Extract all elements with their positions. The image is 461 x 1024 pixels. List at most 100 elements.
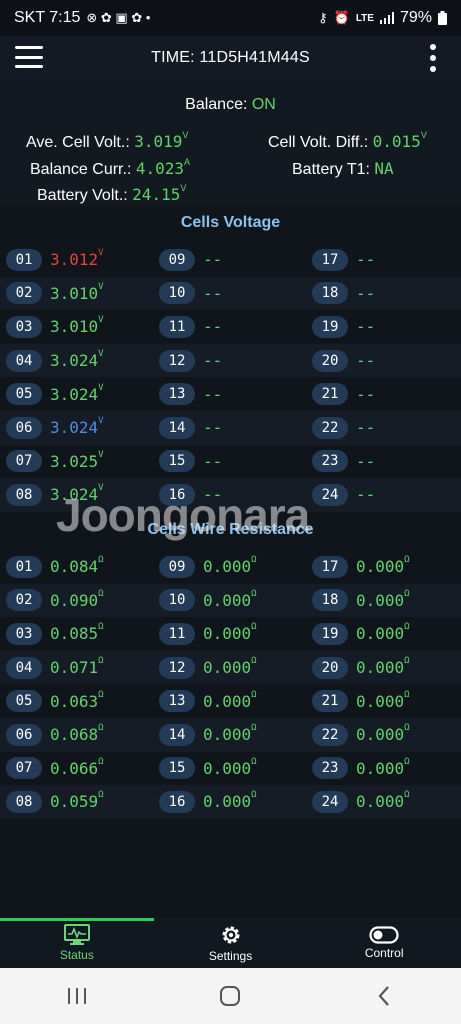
cell-value: -- xyxy=(203,317,222,336)
resistance-cell-18: 18 0.000Ω xyxy=(306,589,459,612)
battery-t1-value: NA xyxy=(374,159,394,178)
hamburger-icon[interactable] xyxy=(15,46,43,68)
cell-unit: V xyxy=(98,248,104,259)
cell-value-text: -- xyxy=(356,384,376,404)
cell-value: 3.024V xyxy=(50,483,104,505)
cell-index-badge: 04 xyxy=(6,349,42,372)
home-icon[interactable] xyxy=(210,976,250,1016)
resistance-cell-22: 22 0.000Ω xyxy=(306,723,459,746)
cell-value: -- xyxy=(203,452,222,471)
voltage-cell-18: 18 -- xyxy=(306,282,459,305)
nav-control[interactable]: Control xyxy=(307,918,461,968)
cell-value: 0.000Ω xyxy=(203,790,257,811)
cell-index-badge: 08 xyxy=(6,790,42,813)
status-time: SKT 7:15 xyxy=(14,9,81,26)
voltage-cell-09: 09 -- xyxy=(153,248,306,271)
cell-unit: Ω xyxy=(98,723,104,734)
cell-value: -- xyxy=(203,418,222,437)
cell-value-text: 0.000 xyxy=(203,758,252,778)
resistance-cell-04: 04 0.071Ω xyxy=(0,656,153,679)
voltage-cell-14: 14 -- xyxy=(153,416,306,439)
cell-index-badge: 19 xyxy=(312,315,348,338)
cell-index-badge: 05 xyxy=(6,690,42,713)
cell-value: -- xyxy=(356,418,375,437)
nav-status[interactable]: Status xyxy=(0,918,154,968)
cell-index-badge: 07 xyxy=(6,450,42,473)
cell-value: 0.068Ω xyxy=(50,723,104,745)
cell-value-text: -- xyxy=(356,250,376,270)
cell-value: 0.084Ω xyxy=(50,555,104,577)
resistance-row: 05 0.063Ω 13 0.000Ω 21 0.000Ω xyxy=(0,684,461,718)
cell-index-badge: 14 xyxy=(159,416,195,439)
cell-value: 0.000Ω xyxy=(203,723,257,745)
nav-settings[interactable]: Settings xyxy=(154,918,308,968)
cell-index-badge: 21 xyxy=(312,690,348,713)
cell-value: 0.000Ω xyxy=(356,790,410,811)
cell-value: 3.024V xyxy=(50,349,104,370)
cell-value-text: -- xyxy=(203,283,223,303)
ave-cell-volt-label: Ave. Cell Volt.: xyxy=(26,134,130,151)
cell-value-text: -- xyxy=(356,485,376,505)
cell-index-badge: 21 xyxy=(312,383,348,406)
cell-unit: V xyxy=(98,315,104,326)
cell-unit: Ω xyxy=(404,756,410,767)
cell-value-text: 3.010 xyxy=(50,317,99,337)
cell-index-badge: 13 xyxy=(159,383,195,406)
cell-value-text: 0.084 xyxy=(50,557,99,577)
signal-icon xyxy=(379,12,394,24)
cell-value-text: 0.000 xyxy=(356,691,405,711)
cell-index-badge: 15 xyxy=(159,757,195,780)
resistance-cell-06: 06 0.068Ω xyxy=(0,723,153,746)
recents-icon[interactable] xyxy=(57,976,97,1016)
voltage-cell-10: 10 -- xyxy=(153,282,306,305)
cells-voltage-title: Cells Voltage xyxy=(180,214,281,231)
cell-value-text: 0.000 xyxy=(356,590,405,610)
voltage-cell-20: 20 -- xyxy=(306,349,459,372)
cell-value-text: 0.063 xyxy=(50,691,99,711)
back-icon[interactable] xyxy=(364,976,404,1016)
page-title: TIME: 11D5H41M44S xyxy=(151,49,310,66)
cell-value-text: 0.000 xyxy=(203,624,252,644)
cell-value: 0.000Ω xyxy=(203,656,257,678)
cell-index-badge: 08 xyxy=(6,483,42,506)
cell-value-text: 3.012 xyxy=(50,250,99,270)
cell-value-text: 0.068 xyxy=(50,725,99,745)
cell-value-text: 0.000 xyxy=(356,725,405,745)
cell-index-badge: 06 xyxy=(6,723,42,746)
cell-index-badge: 01 xyxy=(6,555,42,578)
cell-value: 0.000Ω xyxy=(356,555,410,576)
key-icon: ⚷ xyxy=(318,10,328,25)
cell-index-badge: 01 xyxy=(6,248,42,271)
cell-value-text: 3.025 xyxy=(50,451,99,471)
resistance-cell-24: 24 0.000Ω xyxy=(306,790,459,813)
cell-value-text: 0.000 xyxy=(203,658,252,678)
resistance-cell-07: 07 0.066Ω xyxy=(0,757,153,780)
cell-index-badge: 14 xyxy=(159,723,195,746)
cell-unit: V xyxy=(98,382,104,393)
voltage-cell-17: 17 -- xyxy=(306,248,459,271)
cell-index-badge: 03 xyxy=(6,315,42,338)
cell-value: -- xyxy=(356,284,375,303)
monitor-icon xyxy=(63,924,90,945)
battery-volt-value: 24.15 xyxy=(132,185,181,204)
cell-unit: Ω xyxy=(251,555,257,566)
cell-value-text: 3.024 xyxy=(50,485,99,505)
resistance-cell-16: 16 0.000Ω xyxy=(153,790,306,813)
cell-value: 3.010V xyxy=(50,282,104,303)
cells-wire-resistance-title: Cells Wire Resistance xyxy=(147,521,314,538)
resistance-cell-09: 09 0.000Ω xyxy=(153,555,306,578)
cell-value: 0.000Ω xyxy=(356,690,410,711)
cell-value-text: 0.000 xyxy=(356,624,405,644)
cell-unit: Ω xyxy=(404,622,410,633)
cell-unit: Ω xyxy=(251,756,257,767)
voltage-cell-02: 02 3.010V xyxy=(0,282,153,305)
cell-volt-diff-label: Cell Volt. Diff.: xyxy=(268,134,369,151)
cell-unit: Ω xyxy=(404,656,410,667)
cell-value-text: -- xyxy=(203,418,223,438)
kebab-icon[interactable] xyxy=(429,44,437,72)
resistance-cell-13: 13 0.000Ω xyxy=(153,690,306,713)
cell-value-text: 0.000 xyxy=(203,725,252,745)
resistance-cell-21: 21 0.000Ω xyxy=(306,690,459,713)
cell-unit: Ω xyxy=(251,656,257,667)
cell-value-text: -- xyxy=(356,283,376,303)
